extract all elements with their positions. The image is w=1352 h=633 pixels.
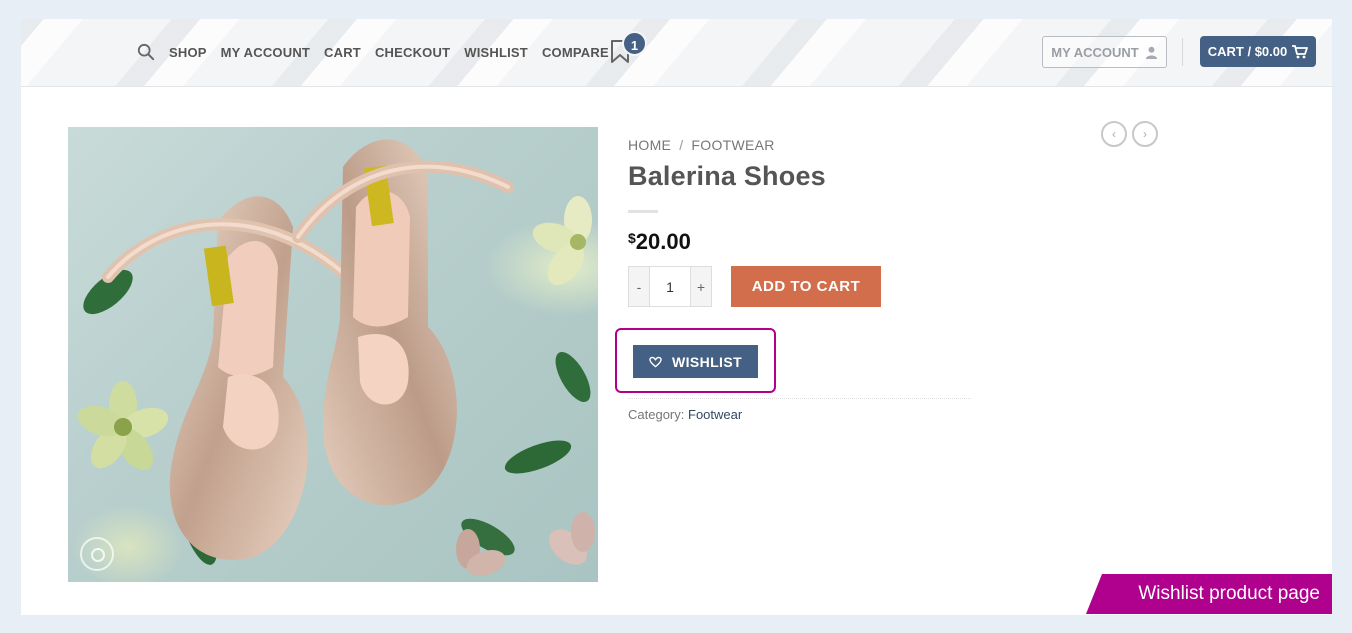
cart-button[interactable]: CART / $0.00 [1200, 36, 1316, 67]
quantity-minus-button[interactable]: - [628, 266, 650, 307]
nav-shop[interactable]: SHOP [169, 45, 207, 60]
site-header: SHOP MY ACCOUNT CART CHECKOUT WISHLIST C… [21, 19, 1332, 87]
category-link[interactable]: Footwear [688, 407, 742, 422]
quantity-stepper: - 1 + [628, 266, 712, 307]
page-frame: SHOP MY ACCOUNT CART CHECKOUT WISHLIST C… [21, 19, 1332, 615]
chevron-left-icon[interactable]: ‹ [1101, 121, 1127, 147]
product-price: $20.00 [628, 229, 691, 255]
heart-icon [649, 356, 662, 368]
quantity-plus-button[interactable]: + [690, 266, 712, 307]
meta-divider [628, 398, 971, 399]
nav-wishlist[interactable]: WISHLIST [464, 45, 528, 60]
product-title: Balerina Shoes [628, 161, 826, 191]
nav-checkout[interactable]: CHECKOUT [375, 45, 450, 60]
product-category: Category: Footwear [628, 407, 742, 422]
shoes-illustration [77, 139, 595, 576]
add-to-wishlist-button[interactable]: WISHLIST [633, 345, 758, 378]
cart-label: CART / $0.00 [1207, 44, 1288, 59]
main-nav: SHOP MY ACCOUNT CART CHECKOUT WISHLIST C… [137, 43, 623, 61]
wishlist-counter[interactable]: 1 [609, 31, 647, 65]
breadcrumb-separator: / [679, 137, 684, 153]
title-divider [628, 210, 658, 213]
category-label: Category: [628, 407, 685, 422]
nav-cart[interactable]: CART [324, 45, 361, 60]
search-icon[interactable] [137, 43, 155, 61]
my-account-button[interactable]: MY ACCOUNT [1042, 36, 1167, 68]
page-label-banner: Wishlist product page [1086, 574, 1332, 614]
cart-icon [1292, 44, 1309, 58]
currency-symbol: $ [628, 230, 636, 246]
add-to-cart-button[interactable]: ADD TO CART [731, 266, 881, 307]
nav-compare[interactable]: COMPARE [542, 45, 609, 60]
zoom-icon[interactable] [80, 537, 114, 571]
header-divider [1182, 38, 1183, 66]
breadcrumb-home[interactable]: HOME [628, 137, 671, 153]
price-amount: 20.00 [635, 229, 691, 254]
my-account-label: MY ACCOUNT [1051, 44, 1139, 60]
breadcrumb-footwear[interactable]: FOOTWEAR [691, 137, 774, 153]
user-icon [1145, 46, 1157, 59]
product-image[interactable] [68, 127, 598, 582]
wishlist-count-badge: 1 [622, 31, 647, 56]
product-navigation: ‹ › [1101, 121, 1158, 147]
chevron-right-icon[interactable]: › [1132, 121, 1158, 147]
quantity-input[interactable]: 1 [650, 266, 690, 307]
nav-my-account[interactable]: MY ACCOUNT [221, 45, 310, 60]
wishlist-label: WISHLIST [671, 353, 743, 370]
breadcrumb: HOME / FOOTWEAR [628, 137, 775, 153]
